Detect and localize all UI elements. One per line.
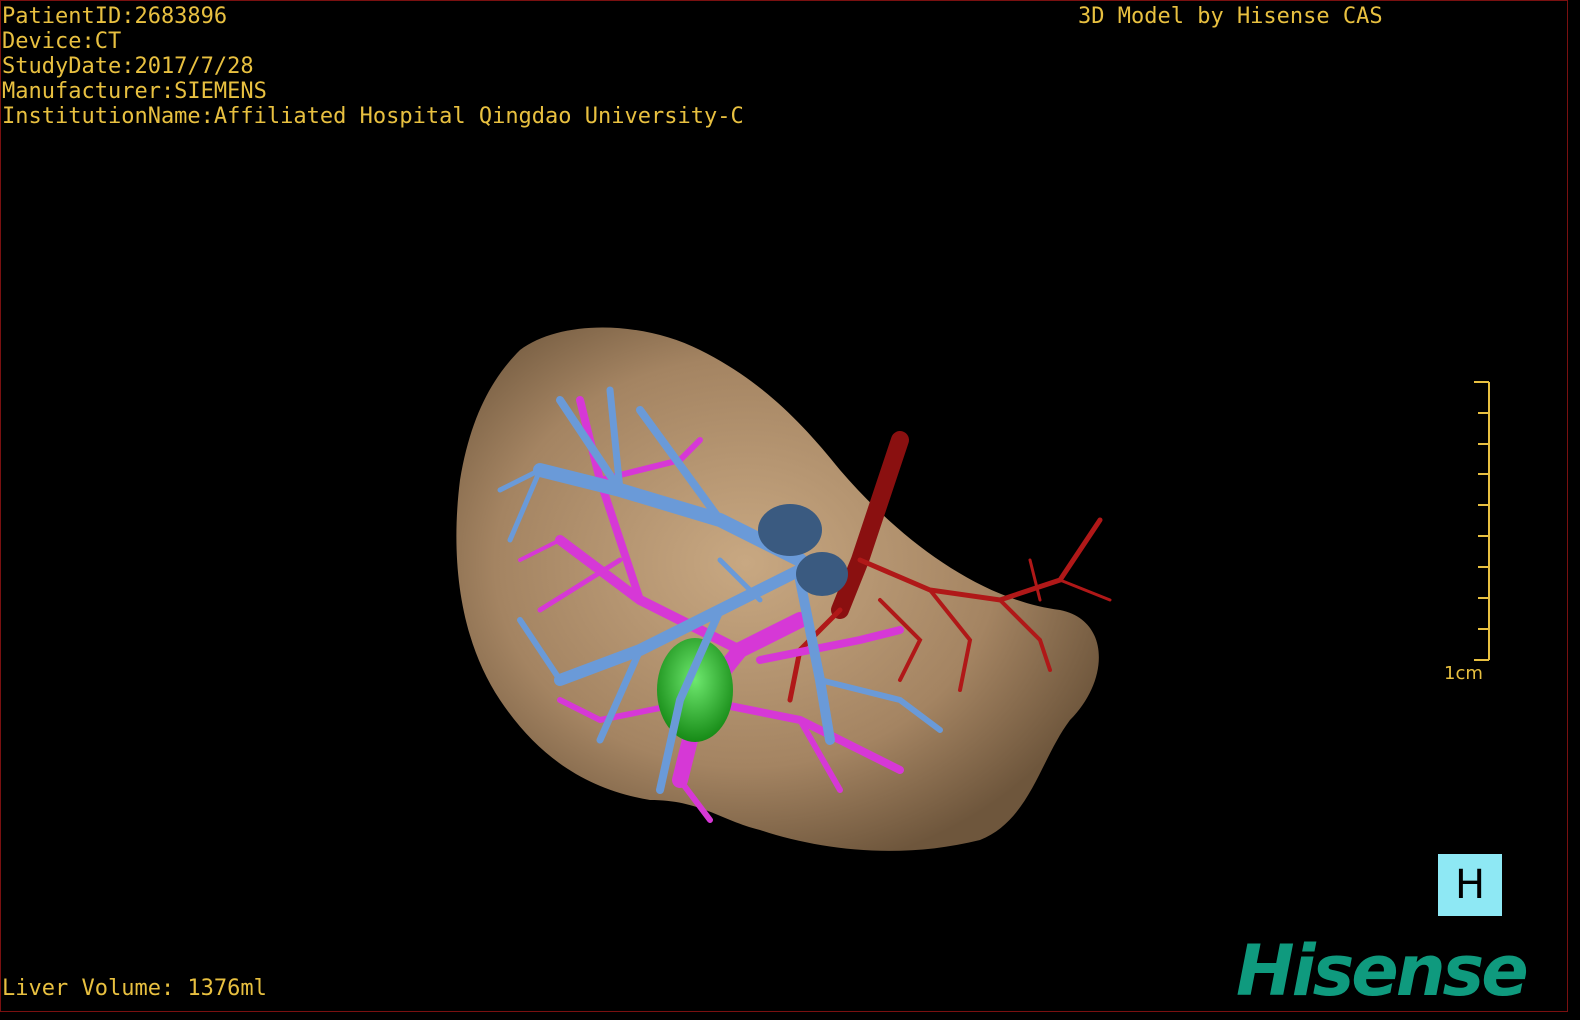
gallbladder [657, 638, 733, 742]
device: Device:CT [2, 29, 122, 54]
manufacturer: Manufacturer:SIEMENS [2, 79, 267, 104]
liver-volume: Liver Volume: 1376ml [2, 976, 267, 1001]
study-date: StudyDate:2017/7/28 [2, 54, 254, 79]
liver-3d-model[interactable] [0, 0, 1568, 1012]
inferior-vena-cava [758, 504, 822, 556]
hisense-logo: Hisense [1236, 930, 1529, 1012]
scale-bar-label: 1cm [1444, 663, 1483, 684]
model-credit: 3D Model by Hisense CAS [1078, 4, 1383, 29]
patient-id: PatientID:2683896 [2, 4, 228, 29]
scale-bar [1474, 381, 1490, 661]
liver-surface [456, 327, 1099, 851]
institution-name: InstitutionName:Affiliated Hospital Qing… [2, 104, 744, 129]
inferior-vena-cava-lower [796, 552, 848, 596]
orientation-indicator[interactable]: H [1438, 854, 1502, 916]
